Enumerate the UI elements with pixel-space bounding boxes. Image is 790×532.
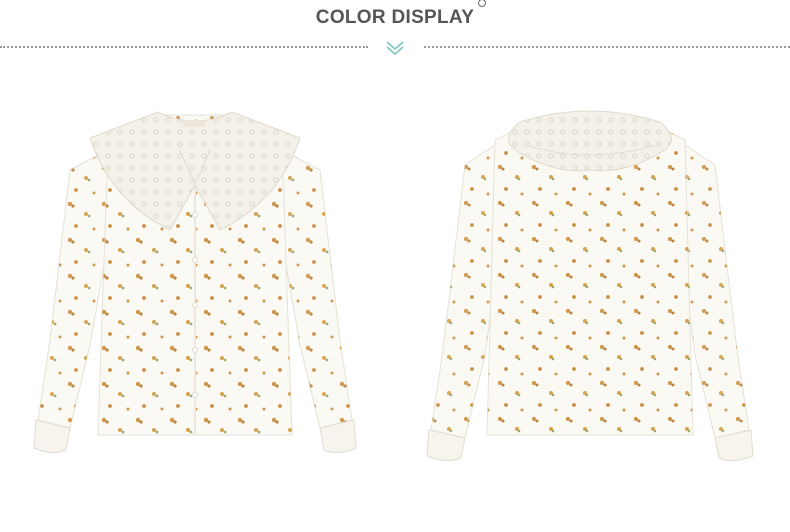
section-header: COLOR DISPLAY bbox=[0, 0, 790, 60]
dotted-divider-left bbox=[0, 46, 368, 48]
blouse-front-image bbox=[30, 90, 360, 510]
page-title: COLOR DISPLAY bbox=[315, 7, 475, 28]
dotted-divider-right bbox=[424, 46, 790, 48]
degree-mark-icon bbox=[478, 0, 486, 7]
blouse-back-image bbox=[425, 90, 755, 510]
double-chevron-down-icon bbox=[386, 41, 404, 56]
